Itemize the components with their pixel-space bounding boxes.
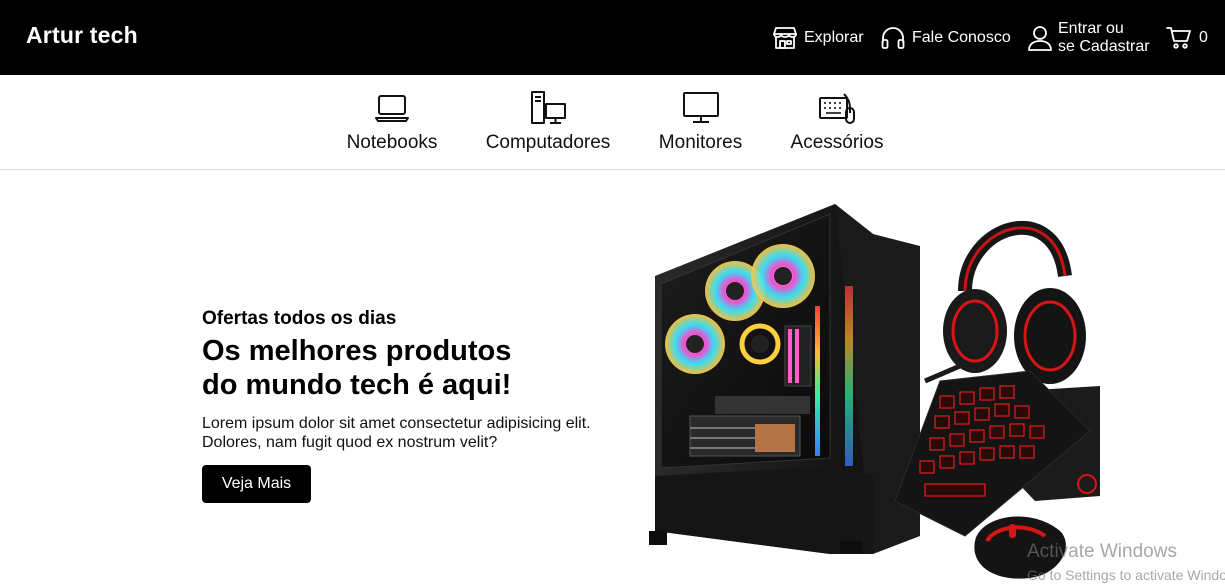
hero-description: Lorem ipsum dolor sit amet consectetur a…: [202, 414, 622, 452]
brand-logo[interactable]: Artur tech: [26, 22, 138, 49]
contact-label: Fale Conosco: [912, 28, 1011, 46]
category-notebooks[interactable]: Notebooks: [347, 75, 437, 169]
headphones-icon: [880, 25, 906, 51]
see-more-button[interactable]: Veja Mais: [202, 465, 311, 503]
hero-description-line1: Lorem ipsum dolor sit amet consectetur a…: [202, 415, 591, 432]
hero-description-line2: Dolores, nam fugit quod ex nostrum velit…: [202, 434, 498, 451]
desktop-computer-icon: [529, 90, 567, 126]
category-monitores[interactable]: Monitores: [659, 75, 742, 169]
user-icon: [1027, 24, 1053, 52]
category-label: Computadores: [485, 132, 611, 153]
hero-eyebrow: Ofertas todos os dias: [202, 308, 397, 329]
gaming-setup-image: [649, 204, 1100, 579]
explore-link[interactable]: Explorar: [772, 0, 864, 75]
cart-count: 0: [1199, 28, 1208, 46]
hero-title: Os melhores produtos do mundo tech é aqu…: [202, 334, 622, 402]
watermark-title: Activate Windows: [1027, 541, 1177, 562]
cart-button[interactable]: 0: [1166, 0, 1208, 75]
hero-title-line2: do mundo tech é aqui!: [202, 369, 512, 401]
top-header: Artur tech Explorar Fale Conosco Entrar …: [0, 0, 1225, 75]
laptop-icon: [374, 90, 410, 126]
category-label: Acessórios: [790, 132, 884, 153]
hero-text: Ofertas todos os dias Os melhores produt…: [202, 308, 622, 452]
category-label: Notebooks: [346, 132, 438, 153]
category-acessorios[interactable]: Acessórios: [791, 75, 883, 169]
keyboard-mouse-icon: [818, 90, 856, 126]
headset: [924, 220, 1086, 384]
category-nav: Notebooks Computadores Monitores Acessór…: [0, 75, 1225, 170]
login-link[interactable]: Entrar ou se Cadastrar: [1027, 0, 1150, 75]
login-label: Entrar ou se Cadastrar: [1058, 20, 1150, 56]
monitor-icon: [682, 90, 720, 126]
cart-icon: [1166, 26, 1192, 50]
contact-link[interactable]: Fale Conosco: [880, 0, 1011, 75]
pc-case: [649, 204, 920, 554]
store-icon: [772, 25, 798, 51]
explore-label: Explorar: [804, 28, 864, 46]
windows-activation-watermark: Activate Windows Go to Settings to activ…: [1027, 541, 1225, 584]
category-label: Monitores: [658, 132, 743, 153]
login-label-line2: se Cadastrar: [1058, 37, 1150, 55]
login-label-line1: Entrar ou: [1058, 19, 1124, 37]
hero-title-line1: Os melhores produtos: [202, 335, 512, 367]
category-computadores[interactable]: Computadores: [486, 75, 610, 169]
watermark-subtitle: Go to Settings to activate Windows.: [1027, 567, 1225, 583]
